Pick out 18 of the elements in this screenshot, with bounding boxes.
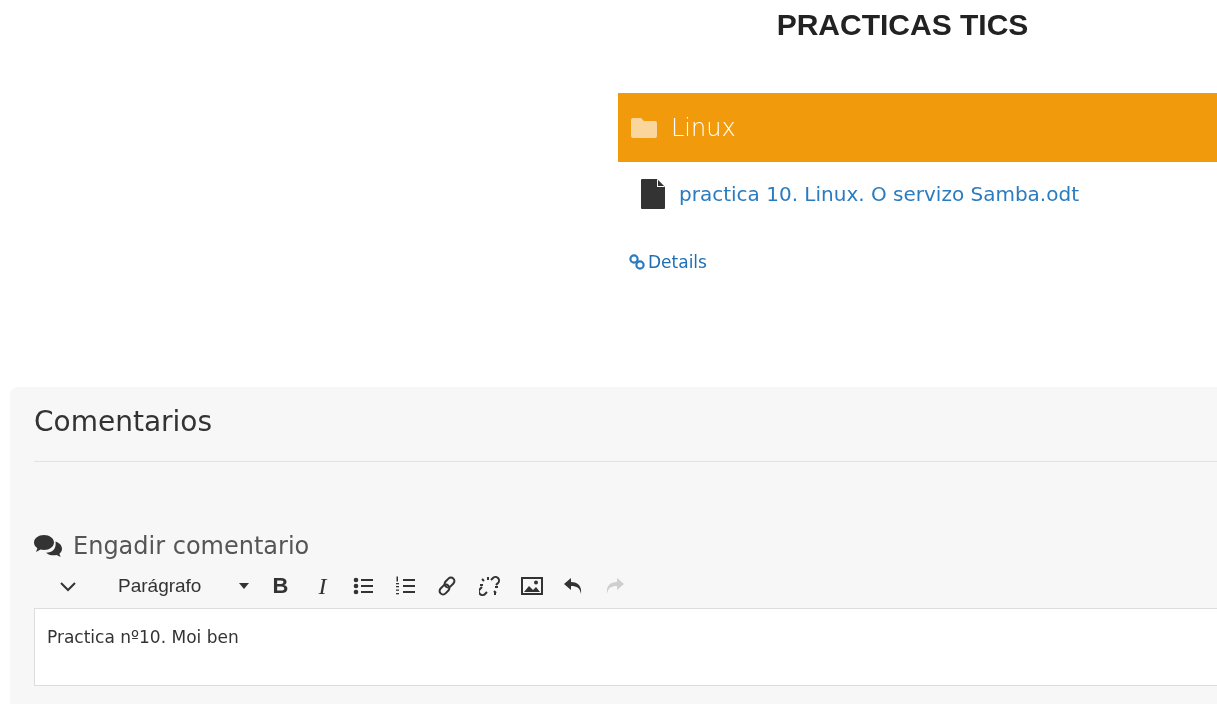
- comments-icon: [34, 535, 62, 557]
- italic-button[interactable]: I: [303, 570, 342, 602]
- folder-icon: [631, 117, 657, 138]
- section-heading: Comentarios: [34, 405, 214, 440]
- image-icon: [521, 576, 544, 596]
- add-comment-label[interactable]: Engadir comentario: [73, 532, 310, 560]
- page-title: PRACTICAS TICS: [775, 8, 1030, 43]
- file-link[interactable]: practica 10. Linux. O servizo Samba.odt: [679, 182, 1079, 206]
- file-icon: [641, 179, 665, 209]
- folder-name: Linux: [671, 113, 736, 142]
- bold-button[interactable]: B: [261, 570, 300, 602]
- comment-editor[interactable]: Practica nº10. Moi ben: [34, 608, 1217, 686]
- details-link[interactable]: Details: [629, 252, 707, 272]
- link-icon: [629, 254, 645, 270]
- format-dropdown[interactable]: Parágrafo: [110, 570, 258, 602]
- bulleted-list-icon: [353, 576, 376, 596]
- numbered-list-icon: [395, 576, 418, 596]
- caret-icon: [239, 583, 250, 589]
